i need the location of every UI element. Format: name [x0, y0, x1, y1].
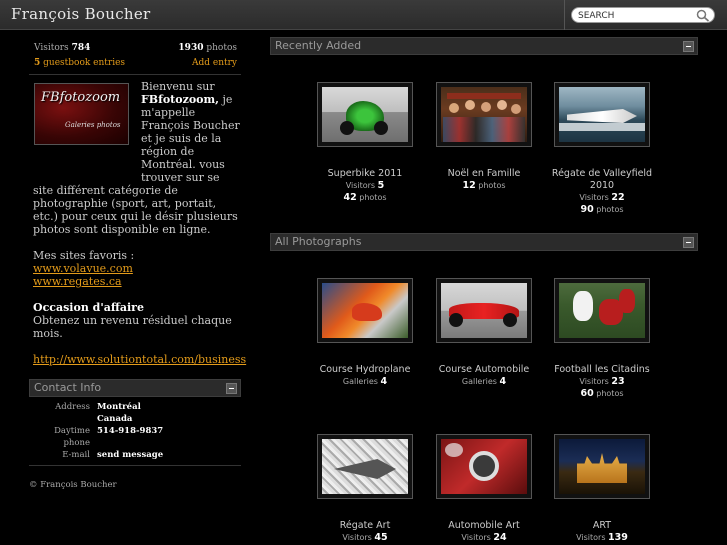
- recently-added-header: Recently Added: [270, 37, 698, 55]
- photos-label: photos: [206, 43, 237, 53]
- sidebar: Visitors 784 1930 photos 5 guestbook ent…: [29, 37, 246, 490]
- intro-text: Bienvenu sur FBfotozoom, je m'appelle Fr…: [33, 80, 246, 366]
- recently-added-collapse-button[interactable]: [683, 41, 694, 52]
- gallery-title[interactable]: Automobile Art: [429, 520, 539, 532]
- gallery-item[interactable]: Course Hydroplane Galleries 4: [310, 278, 420, 388]
- contact-body: Address Montréal Canada Daytime phone 514-9…: [29, 397, 241, 466]
- recently-added-label: Recently Added: [275, 39, 362, 52]
- all-photographs-collapse-button[interactable]: [683, 237, 694, 248]
- gallery-item[interactable]: Football les Citadins Visitors 23 60 pho…: [547, 278, 657, 400]
- gallery-item[interactable]: Automobile Art Visitors 24: [429, 434, 539, 544]
- phone-value: 514-918-9837: [97, 426, 164, 436]
- gallery-thumbnail[interactable]: [436, 82, 532, 147]
- guestbook-count: 5: [34, 58, 41, 68]
- search-box[interactable]: [571, 7, 715, 23]
- recently-added-section: Recently Added Superbike 2011 Visitors 5…: [270, 37, 698, 215]
- gallery-title[interactable]: ART: [547, 520, 657, 532]
- all-photographs-header: All Photographs: [270, 233, 698, 251]
- copyright: © François Boucher: [29, 480, 117, 490]
- contact-collapse-button[interactable]: [226, 383, 237, 394]
- photos-count: 1930: [178, 43, 204, 53]
- site-title[interactable]: François Boucher: [11, 5, 151, 23]
- gallery-thumbnail[interactable]: [317, 434, 413, 499]
- visitors-count: 784: [71, 43, 91, 53]
- search-icon[interactable]: [696, 9, 710, 22]
- contact-info: Contact Info Address Montréal Canada Dayti…: [29, 379, 241, 466]
- business-text: Obtenez un revenu résiduel chaque mois.: [33, 314, 232, 340]
- gallery-item[interactable]: Superbike 2011 Visitors 5 42 photos: [310, 82, 420, 204]
- address-label: Address: [55, 402, 90, 412]
- gallery-title[interactable]: Superbike 2011: [310, 168, 420, 180]
- gallery-item[interactable]: Course Automobile Galleries 4: [429, 278, 539, 388]
- gallery-thumbnail[interactable]: [554, 82, 650, 147]
- gallery-title[interactable]: Course Automobile: [429, 364, 539, 376]
- gallery-title[interactable]: Régate Art: [310, 520, 420, 532]
- address-value: Montréal Canada: [97, 402, 141, 424]
- phone-label: Daytime phone: [54, 426, 90, 448]
- all-photographs-label: All Photographs: [275, 235, 362, 248]
- gallery-title[interactable]: Football les Citadins: [547, 364, 657, 376]
- contact-header: Contact Info: [29, 379, 241, 397]
- gallery-thumbnail[interactable]: [317, 82, 413, 147]
- intro-brand: FBfotozoom,: [141, 93, 219, 106]
- gallery-item[interactable]: Régate Art Visitors 45: [310, 434, 420, 544]
- gallery-title[interactable]: Noël en Famille: [429, 168, 539, 180]
- header-divider: [564, 0, 565, 30]
- page-header: François Boucher: [0, 0, 727, 30]
- site-stats: Visitors 784 1930 photos 5 guestbook ent…: [29, 37, 241, 75]
- guestbook-label: guestbook entries: [43, 58, 126, 68]
- gallery-thumbnail[interactable]: [317, 278, 413, 343]
- send-message-link[interactable]: send message: [97, 449, 163, 461]
- favorite-link-regates[interactable]: www.regates.ca: [33, 275, 122, 288]
- email-label: E-mail: [62, 450, 90, 460]
- add-entry-link[interactable]: Add entry: [192, 56, 237, 71]
- contact-header-label: Contact Info: [34, 381, 102, 394]
- gallery-thumbnail[interactable]: [436, 434, 532, 499]
- guestbook-link[interactable]: 5 guestbook entries: [34, 56, 125, 71]
- gallery-thumbnail[interactable]: [436, 278, 532, 343]
- business-link[interactable]: http://www.solutiontotal.com/business: [33, 353, 246, 366]
- logo-spacer: [33, 80, 141, 176]
- all-photographs-section: All Photographs Course Hydroplane Galler…: [270, 233, 698, 543]
- gallery-title[interactable]: Régate de Valleyfield 2010: [547, 168, 657, 192]
- favorite-link-volavue[interactable]: www.volavue.com: [33, 262, 133, 275]
- intro-pre: Bienvenu sur: [141, 80, 215, 93]
- search-input[interactable]: [578, 9, 690, 22]
- gallery-title[interactable]: Course Hydroplane: [310, 364, 420, 376]
- gallery-item[interactable]: Noël en Famille 12 photos: [429, 82, 539, 192]
- gallery-item[interactable]: ART Visitors 139: [547, 434, 657, 544]
- favorites-label: Mes sites favoris :: [33, 249, 135, 262]
- gallery-thumbnail[interactable]: [554, 278, 650, 343]
- gallery-thumbnail[interactable]: [554, 434, 650, 499]
- gallery-item[interactable]: Régate de Valleyfield 2010 Visitors 22 9…: [547, 82, 657, 216]
- business-title: Occasion d'affaire: [33, 301, 144, 314]
- visitors-label: Visitors: [34, 43, 69, 53]
